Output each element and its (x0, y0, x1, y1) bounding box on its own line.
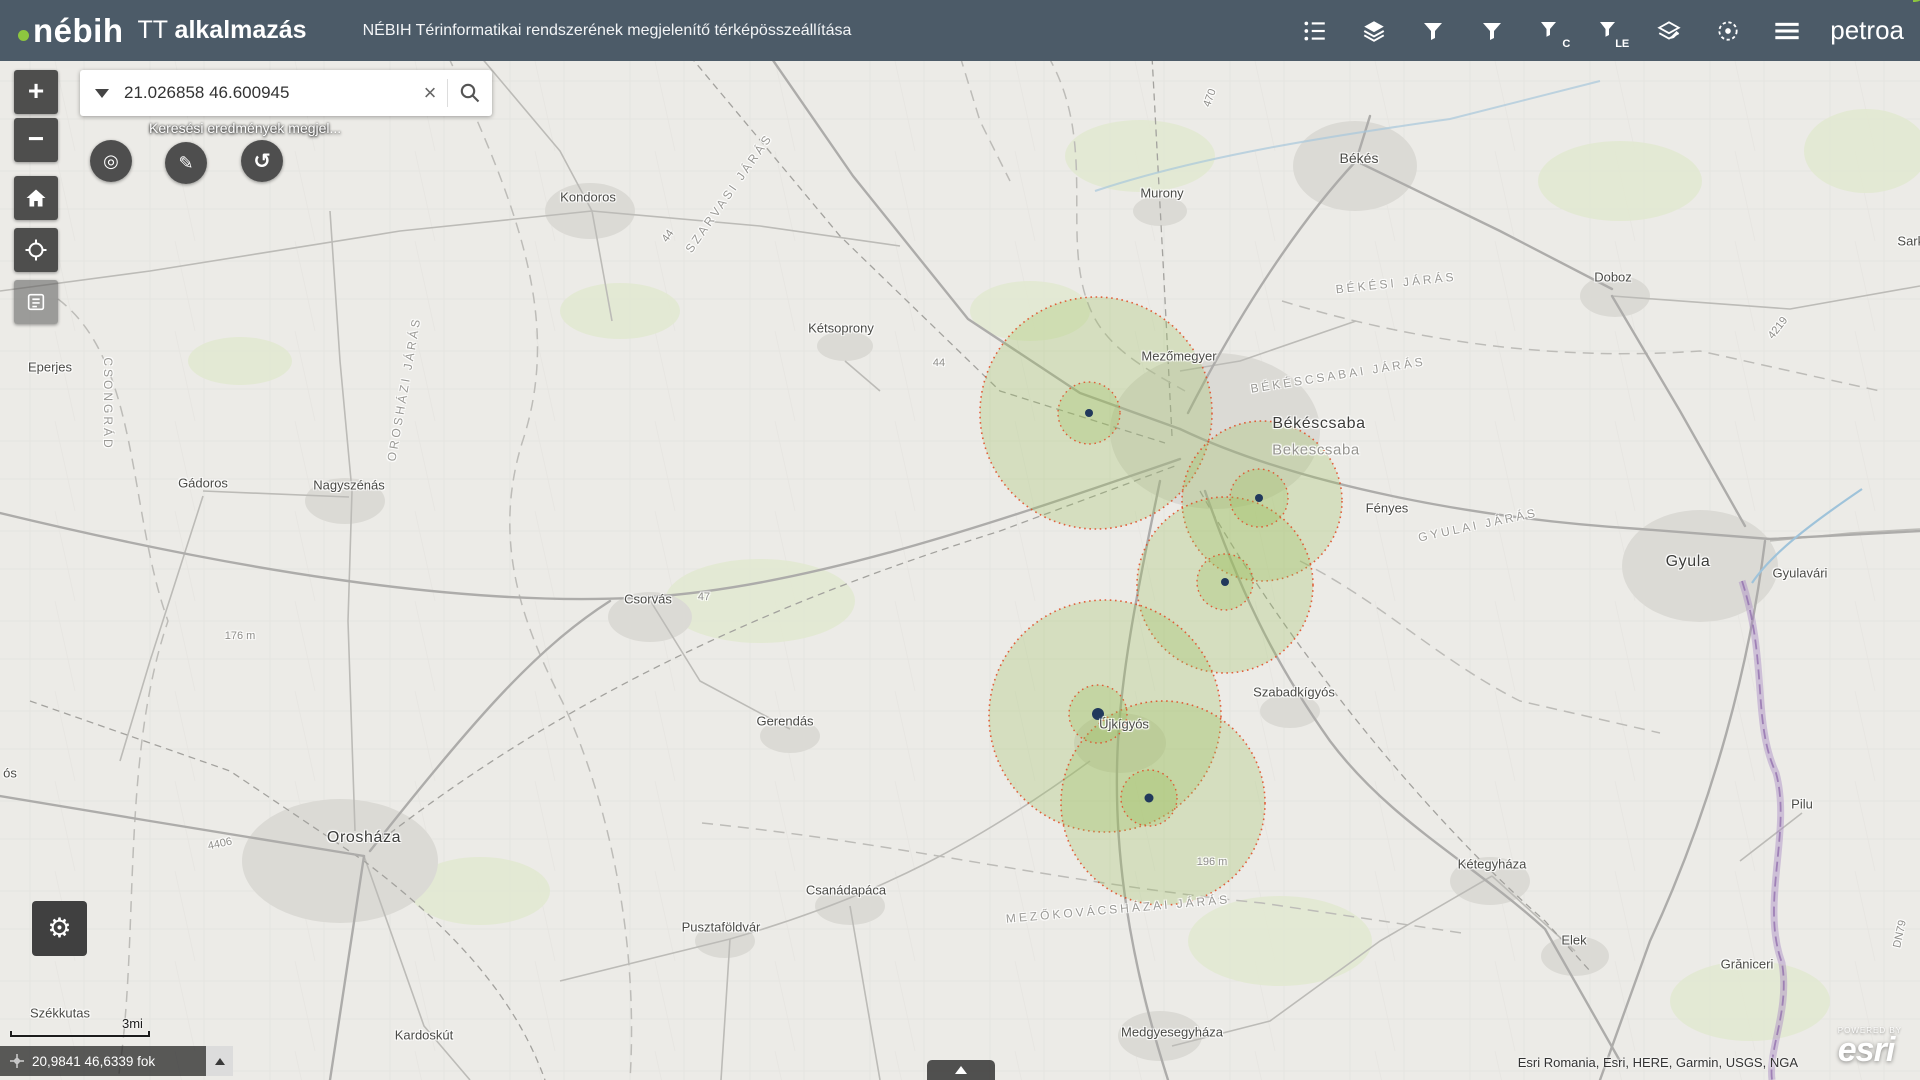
coordinate-widget: 20,9841 46,6339 fok (0, 1046, 233, 1076)
minus-icon: − (28, 125, 44, 153)
select-by-circle-button[interactable] (1706, 6, 1750, 56)
app-root: { "header": { "logo_text": "nébih", "app… (0, 0, 1920, 1080)
edit-layers-icon (1656, 18, 1682, 44)
filter-le-button[interactable]: LE (1588, 6, 1632, 56)
sketch-note-icon (25, 291, 47, 313)
target-results-button[interactable]: ◎ (90, 140, 132, 182)
map-point[interactable] (1092, 708, 1104, 720)
zoom-in-button[interactable]: + (14, 70, 58, 114)
filter-c-button[interactable]: C (1529, 6, 1573, 56)
hamburger-menu-icon (1773, 17, 1801, 45)
gear-icon: ⚙ (47, 913, 71, 944)
powered-by-label: POWERED BY (1838, 1026, 1902, 1035)
filter-secondary-button[interactable] (1470, 6, 1514, 56)
filter-button[interactable] (1411, 6, 1455, 56)
edit-search-button[interactable]: ✎ (165, 142, 207, 184)
search-input[interactable] (124, 83, 413, 103)
layers-icon (1361, 18, 1387, 44)
coordinate-text: 20,9841 46,6339 fok (32, 1054, 155, 1069)
legend-button[interactable] (1293, 6, 1337, 56)
home-button[interactable] (14, 176, 58, 220)
settings-button[interactable]: ⚙ (32, 901, 87, 956)
basemap-graphics (0, 61, 1920, 1080)
header-toolbar: C LE petroa (1293, 6, 1904, 56)
app-title: TT alkalmazás (138, 16, 307, 45)
map-canvas[interactable]: KondorosKétsopronyMezőmegyerMuronyBékésD… (0, 61, 1920, 1080)
search-source-dropdown[interactable] (80, 70, 124, 116)
menu-button[interactable] (1765, 6, 1809, 56)
history-icon: ↺ (253, 149, 271, 174)
map-point[interactable] (1085, 409, 1093, 417)
arrow-up-icon (955, 1060, 967, 1074)
filter-icon (1539, 19, 1563, 43)
filter-icon (1421, 19, 1445, 43)
nebih-logo[interactable]: nébih (18, 14, 124, 47)
coordinate-expand-button[interactable] (206, 1046, 233, 1076)
layers-button[interactable] (1352, 6, 1396, 56)
search-results-toggle[interactable]: Keresési eredmények megjel... (149, 120, 341, 136)
crosshair-icon (10, 1054, 24, 1068)
map-attribution: Esri Romania, Esri, HERE, Garmin, USGS, … (1518, 1055, 1798, 1070)
logo-leaf-icon (1913, 0, 1920, 2)
map-point[interactable] (1255, 494, 1263, 502)
filter-c-badge: C (1562, 38, 1570, 50)
app-subtitle: NÉBIH Térinformatikai rendszerének megje… (363, 22, 852, 40)
filter-icon (1480, 19, 1504, 43)
clear-search-button[interactable]: × (413, 80, 447, 106)
select-circle-icon (1715, 18, 1741, 44)
history-button[interactable]: ↺ (241, 140, 283, 182)
edit-layers-button[interactable] (1647, 6, 1691, 56)
chevron-down-icon (95, 89, 109, 105)
target-icon: ◎ (103, 151, 119, 172)
esri-logo-block: POWERED BY esri (1838, 1026, 1902, 1066)
search-button[interactable] (448, 70, 492, 116)
zoom-out-button[interactable]: − (14, 118, 58, 162)
user-name[interactable]: petroa (1830, 15, 1904, 46)
map-point[interactable] (1221, 578, 1229, 586)
app-header: nébih TT alkalmazás NÉBIH Térinformatika… (0, 0, 1920, 61)
app-title-prefix: TT (138, 16, 168, 44)
coordinate-display[interactable]: 20,9841 46,6339 fok (0, 1046, 206, 1076)
locate-button[interactable] (14, 228, 58, 272)
search-icon (458, 81, 482, 105)
chevron-up-icon (215, 1053, 225, 1065)
filter-le-badge: LE (1615, 38, 1629, 50)
logo-dot-icon (18, 30, 29, 41)
esri-logo: esri (1838, 1035, 1902, 1066)
bottom-panel-tab[interactable] (927, 1060, 995, 1080)
logo-text: nébih (33, 14, 124, 47)
locate-icon (24, 238, 48, 262)
map-point[interactable] (1145, 794, 1154, 803)
edit-icon: ✎ (178, 153, 193, 174)
app-title-bold: alkalmazás (175, 16, 307, 44)
home-icon (24, 186, 48, 210)
sketch-button[interactable] (14, 280, 58, 324)
search-box: × (80, 70, 492, 116)
legend-list-icon (1302, 18, 1328, 44)
plus-icon: + (28, 77, 44, 105)
